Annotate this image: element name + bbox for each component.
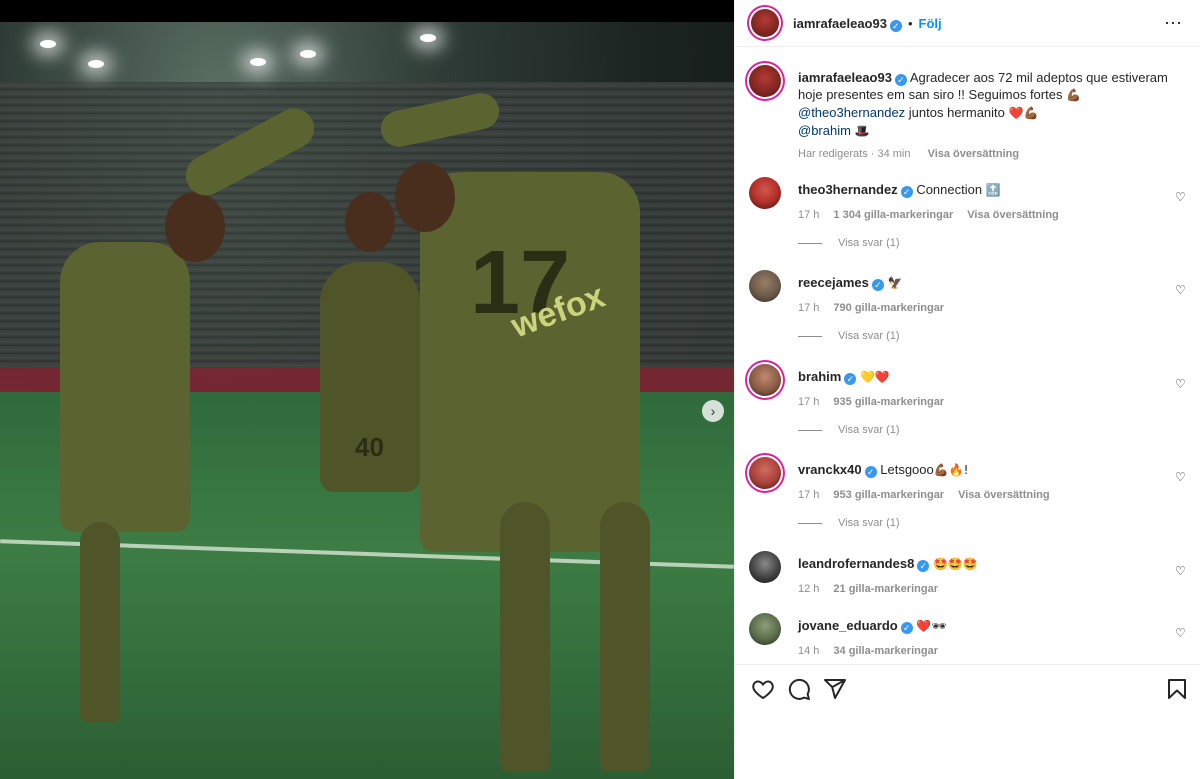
chevron-right-icon[interactable]: › <box>702 400 724 422</box>
commenter-avatar[interactable] <box>749 270 781 302</box>
verified-icon: ✓ <box>900 622 913 634</box>
edited-timestamp: Har redigerats · 34 min <box>798 148 911 160</box>
comment-time: 12 h <box>798 583 820 595</box>
comment-emoji: 🔝 <box>985 183 1001 197</box>
player-left-head <box>165 192 225 262</box>
comment-time: 17 h <box>798 209 820 221</box>
stadium-light <box>420 34 436 42</box>
more-icon[interactable]: ⋯ <box>1164 13 1183 34</box>
mention-link[interactable]: @brahim <box>798 123 851 138</box>
separator: • <box>907 16 913 31</box>
comment-time: 14 h <box>798 645 820 657</box>
mention-link[interactable]: @theo3hernandez <box>798 105 905 120</box>
player-left <box>60 242 190 532</box>
comment-username[interactable]: reecejames <box>798 275 869 290</box>
player-right-leg <box>600 502 650 772</box>
verified-icon: ✓ <box>917 560 930 572</box>
commenter-avatar[interactable] <box>749 613 781 645</box>
caption-text-3: juntos hermanito <box>905 105 1005 120</box>
follow-button[interactable]: Följ <box>919 16 942 31</box>
player-right-leg <box>500 502 550 772</box>
comment-text: Letsgooo <box>880 462 934 477</box>
caption-username[interactable]: iamrafaeleao93 <box>798 70 892 85</box>
comment-time: 17 h <box>798 302 820 314</box>
commenter-avatar[interactable] <box>749 551 781 583</box>
comment-username[interactable]: brahim <box>798 369 841 384</box>
comment-emoji: 🤩🤩🤩 <box>932 557 978 571</box>
comments-scroll-area[interactable]: iamrafaeleao93 ✓ Agradecer aos 72 mil ade… <box>735 47 1200 664</box>
comment-username[interactable]: theo3hernandez <box>798 182 898 197</box>
comment-time: 17 h <box>798 489 820 501</box>
verified-icon: ✓ <box>900 186 913 198</box>
post-side-panel: iamrafaeleao93 ✓ • Följ ⋯ iamrafaeleao93 ✓ A… <box>734 0 1200 779</box>
comment-likes[interactable]: 935 gilla-markeringar <box>833 396 944 408</box>
translate-link[interactable]: Visa översättning <box>928 148 1020 160</box>
caption-emoji-2: ❤️💪🏾 <box>1008 106 1039 120</box>
post-photo[interactable]: 40 17 wefox <box>0 22 734 779</box>
jersey-number-40: 40 <box>355 432 384 462</box>
comment-likes[interactable]: 1 304 gilla-markeringar <box>833 209 953 221</box>
view-replies[interactable]: Visa svar (1) <box>798 424 900 436</box>
comment-likes[interactable]: 790 gilla-markeringar <box>833 302 944 314</box>
comment-emoji: 💪🏾🔥! <box>933 463 969 477</box>
translate-link[interactable]: Visa översättning <box>958 489 1050 501</box>
verified-icon: ✓ <box>871 279 884 291</box>
comment-username[interactable]: vranckx40 <box>798 462 862 477</box>
caption-text-2: hoje presentes em san siro !! Seguimos f… <box>798 87 1063 102</box>
translate-link[interactable]: Visa översättning <box>967 209 1059 221</box>
comment-likes[interactable]: 34 gilla-markeringar <box>833 645 938 657</box>
comment-time: 17 h <box>798 396 820 408</box>
media-top-bar <box>0 0 734 22</box>
player-center-head <box>345 192 395 252</box>
caption-emoji-1: 💪🏾 <box>1066 88 1082 102</box>
comment-likes[interactable]: 953 gilla-markeringar <box>833 489 944 501</box>
heart-icon[interactable]: ♡ <box>1175 191 1187 203</box>
heart-icon[interactable]: ♡ <box>1175 565 1187 577</box>
caption-text-1: Agradecer aos 72 mil adeptos que estiver… <box>909 70 1168 85</box>
comment-emoji: 🦅 <box>887 276 903 290</box>
caption-emoji-3: 🎩 <box>854 124 870 138</box>
player-right <box>420 172 640 552</box>
action-bar <box>735 664 1200 713</box>
commenter-avatar[interactable] <box>749 364 781 396</box>
author-avatar[interactable] <box>751 9 779 37</box>
view-replies[interactable]: Visa svar (1) <box>798 330 900 342</box>
comment-text: Connection <box>916 182 983 197</box>
heart-icon[interactable]: ♡ <box>1175 471 1187 483</box>
author-username[interactable]: iamrafaeleao93 <box>793 16 887 31</box>
post-viewer: 40 17 wefox › iamrafaeleao93✓•Följ ⋯ <box>0 0 1200 779</box>
heart-icon[interactable]: ♡ <box>1175 378 1187 390</box>
author-avatar[interactable] <box>749 65 781 97</box>
verified-icon: ✓ <box>889 20 902 32</box>
post-media: 40 17 wefox › <box>0 0 734 779</box>
player-right-head <box>395 162 455 232</box>
stadium-light <box>88 60 104 68</box>
heart-icon[interactable]: ♡ <box>1175 284 1187 296</box>
stadium-light <box>40 40 56 48</box>
comment-icon[interactable] <box>787 677 811 701</box>
comment-emoji: ❤️🕶 <box>916 619 947 633</box>
comment-username[interactable]: leandrofernandes8 <box>798 556 914 571</box>
verified-icon: ✓ <box>844 373 857 385</box>
stadium-light <box>300 50 316 58</box>
comment-username[interactable]: jovane_eduardo <box>798 618 898 633</box>
share-icon[interactable] <box>823 677 847 701</box>
heart-icon[interactable]: ♡ <box>1175 627 1187 639</box>
verified-icon: ✓ <box>894 74 907 86</box>
commenter-avatar[interactable] <box>749 457 781 489</box>
comment-emoji: 💛❤️ <box>859 370 890 384</box>
commenter-avatar[interactable] <box>749 177 781 209</box>
comment-likes[interactable]: 21 gilla-markeringar <box>833 583 938 595</box>
bookmark-icon[interactable] <box>1165 677 1189 701</box>
verified-icon: ✓ <box>864 466 877 478</box>
stadium-light <box>250 58 266 66</box>
player-left-leg <box>80 522 120 722</box>
heart-icon[interactable] <box>751 677 775 701</box>
post-header: iamrafaeleao93 ✓ • Följ ⋯ <box>735 0 1200 47</box>
view-replies[interactable]: Visa svar (1) <box>798 517 900 529</box>
view-replies[interactable]: Visa svar (1) <box>798 237 900 249</box>
